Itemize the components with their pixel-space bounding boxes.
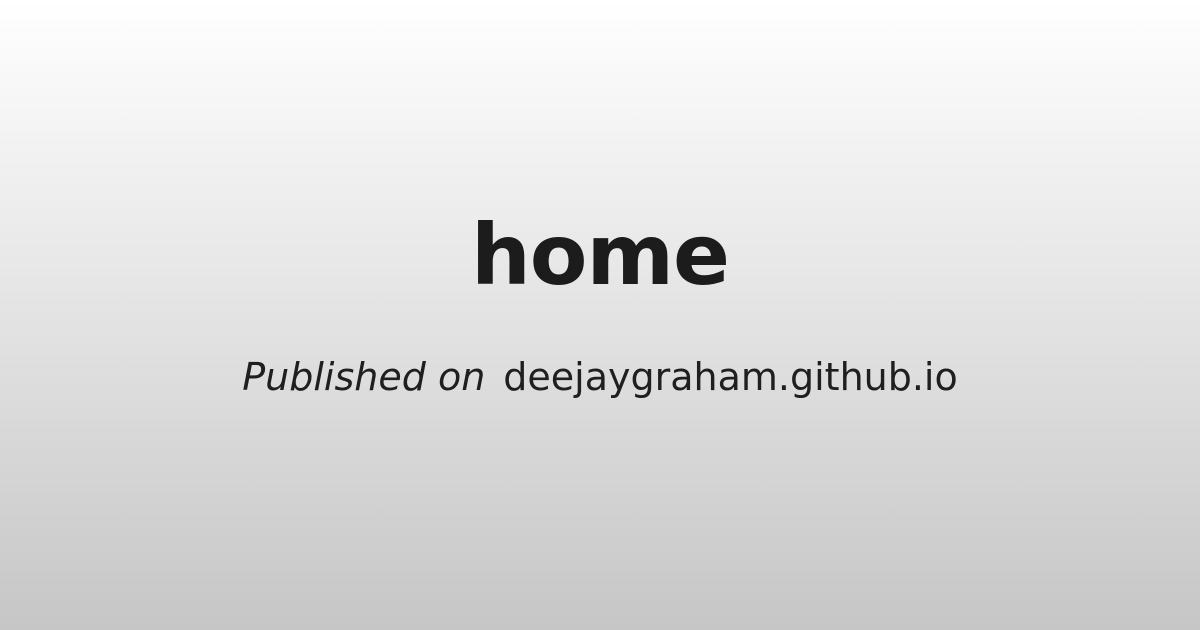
site-domain: deejaygraham.github.io bbox=[503, 355, 958, 399]
published-byline: Published on deejaygraham.github.io bbox=[0, 352, 1200, 402]
page-title: home bbox=[470, 206, 730, 304]
social-preview-card: home Published on deejaygraham.github.io bbox=[0, 0, 1200, 630]
published-on-label: Published on bbox=[242, 355, 486, 399]
